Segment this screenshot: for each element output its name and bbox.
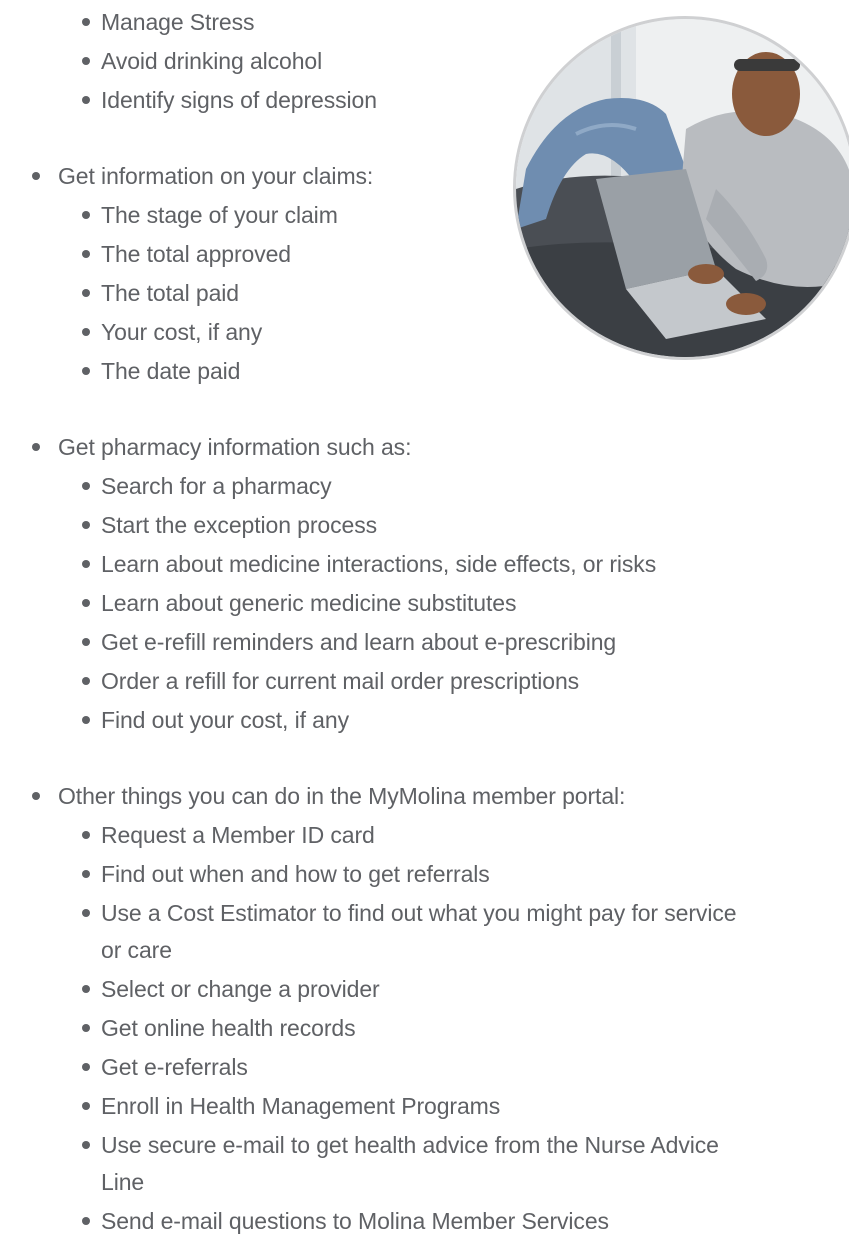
list-item: Get e-refill reminders and learn about e… [82, 625, 617, 659]
man-with-laptop-photo [513, 16, 849, 360]
list-item: Request a Member ID card [82, 818, 375, 852]
bullet-icon [82, 96, 90, 104]
list-item: Find out when and how to get referrals [82, 857, 490, 891]
list-item: Get e-referrals [82, 1050, 248, 1084]
list-item-text: Get e-refill reminders and learn about e… [101, 629, 617, 655]
bullet-icon [82, 870, 90, 878]
pharmacy-heading-text: Get pharmacy information such as: [58, 434, 412, 460]
bullet-icon [82, 367, 90, 375]
list-item-text: or care [101, 937, 172, 963]
list-item-text: Use secure e-mail to get health advice f… [101, 1132, 719, 1158]
list-item-text: Request a Member ID card [101, 822, 375, 848]
photo-illustration [516, 19, 849, 357]
list-item-text: Find out when and how to get referrals [101, 861, 490, 887]
page: Manage Stress Avoid drinking alcohol Ide… [0, 0, 849, 1234]
list-item: Select or change a provider [82, 972, 380, 1006]
bullet-icon [82, 1141, 90, 1149]
portal-heading: Other things you can do in the MyMolina … [32, 779, 626, 813]
list-item-text: Identify signs of depression [101, 87, 377, 113]
bullet-icon [82, 18, 90, 26]
list-item: The total paid [82, 276, 239, 310]
bullet-icon [82, 677, 90, 685]
bullet-icon [82, 1063, 90, 1071]
bullet-icon [82, 521, 90, 529]
bullet-icon [82, 909, 90, 917]
list-item-text: Line [101, 1169, 145, 1195]
list-item: Identify signs of depression [82, 83, 377, 117]
list-item: Start the exception process [82, 508, 378, 542]
list-item: Order a refill for current mail order pr… [82, 664, 580, 698]
bullet-icon [82, 211, 90, 219]
list-item-text: Get e-referrals [101, 1054, 248, 1080]
list-item: Search for a pharmacy [82, 469, 332, 503]
list-item-text: Manage Stress [101, 9, 255, 35]
list-item: Manage Stress [82, 5, 255, 39]
list-item: The total approved [82, 237, 291, 271]
list-item-text: Get online health records [101, 1015, 356, 1041]
list-item-text: Avoid drinking alcohol [101, 48, 323, 74]
list-item: Use secure e-mail to get health advice f… [82, 1128, 719, 1162]
list-item-text: Enroll in Health Management Programs [101, 1093, 501, 1119]
list-item-text: Learn about medicine interactions, side … [101, 551, 657, 577]
list-item-text: Start the exception process [101, 512, 378, 538]
list-item: The date paid [82, 354, 241, 388]
list-item: Learn about medicine interactions, side … [82, 547, 657, 581]
bullet-icon [82, 560, 90, 568]
list-item: Enroll in Health Management Programs [82, 1089, 501, 1123]
list-item: Get online health records [82, 1011, 356, 1045]
claims-heading: Get information on your claims: [32, 159, 374, 193]
bullet-icon [82, 1102, 90, 1110]
list-item-text: Use a Cost Estimator to find out what yo… [101, 900, 737, 926]
list-item-text: Learn about generic medicine substitutes [101, 590, 517, 616]
bullet-icon [32, 443, 40, 451]
list-item: Use a Cost Estimator to find out what yo… [82, 896, 737, 930]
bullet-icon [82, 482, 90, 490]
list-item: Send e-mail questions to Molina Member S… [82, 1204, 609, 1238]
list-item: The stage of your claim [82, 198, 338, 232]
list-item-text: The date paid [101, 358, 241, 384]
list-item-text: The stage of your claim [101, 202, 338, 228]
bullet-icon [82, 985, 90, 993]
bullet-icon [32, 172, 40, 180]
bullet-icon [82, 716, 90, 724]
list-item-text: Send e-mail questions to Molina Member S… [101, 1208, 609, 1234]
portal-heading-text: Other things you can do in the MyMolina … [58, 783, 626, 809]
bullet-icon [32, 792, 40, 800]
bullet-icon [82, 831, 90, 839]
claims-heading-text: Get information on your claims: [58, 163, 374, 189]
bullet-icon [82, 57, 90, 65]
list-item-text: Search for a pharmacy [101, 473, 332, 499]
list-item-text: Your cost, if any [101, 319, 263, 345]
bullet-icon [82, 1024, 90, 1032]
list-item-continuation: Line [101, 1165, 144, 1199]
pharmacy-heading: Get pharmacy information such as: [32, 430, 412, 464]
list-item: Learn about generic medicine substitutes [82, 586, 517, 620]
bullet-icon [82, 289, 90, 297]
list-item-continuation: or care [101, 933, 172, 967]
list-item: Avoid drinking alcohol [82, 44, 323, 78]
list-item: Find out your cost, if any [82, 703, 349, 737]
list-item-text: Order a refill for current mail order pr… [101, 668, 580, 694]
list-item-text: Select or change a provider [101, 976, 380, 1002]
list-item-text: Find out your cost, if any [101, 707, 349, 733]
bullet-icon [82, 328, 90, 336]
bullet-icon [82, 599, 90, 607]
bullet-icon [82, 1217, 90, 1225]
list-item: Your cost, if any [82, 315, 263, 349]
bullet-icon [82, 250, 90, 258]
list-item-text: The total approved [101, 241, 291, 267]
bullet-icon [82, 638, 90, 646]
list-item-text: The total paid [101, 280, 239, 306]
